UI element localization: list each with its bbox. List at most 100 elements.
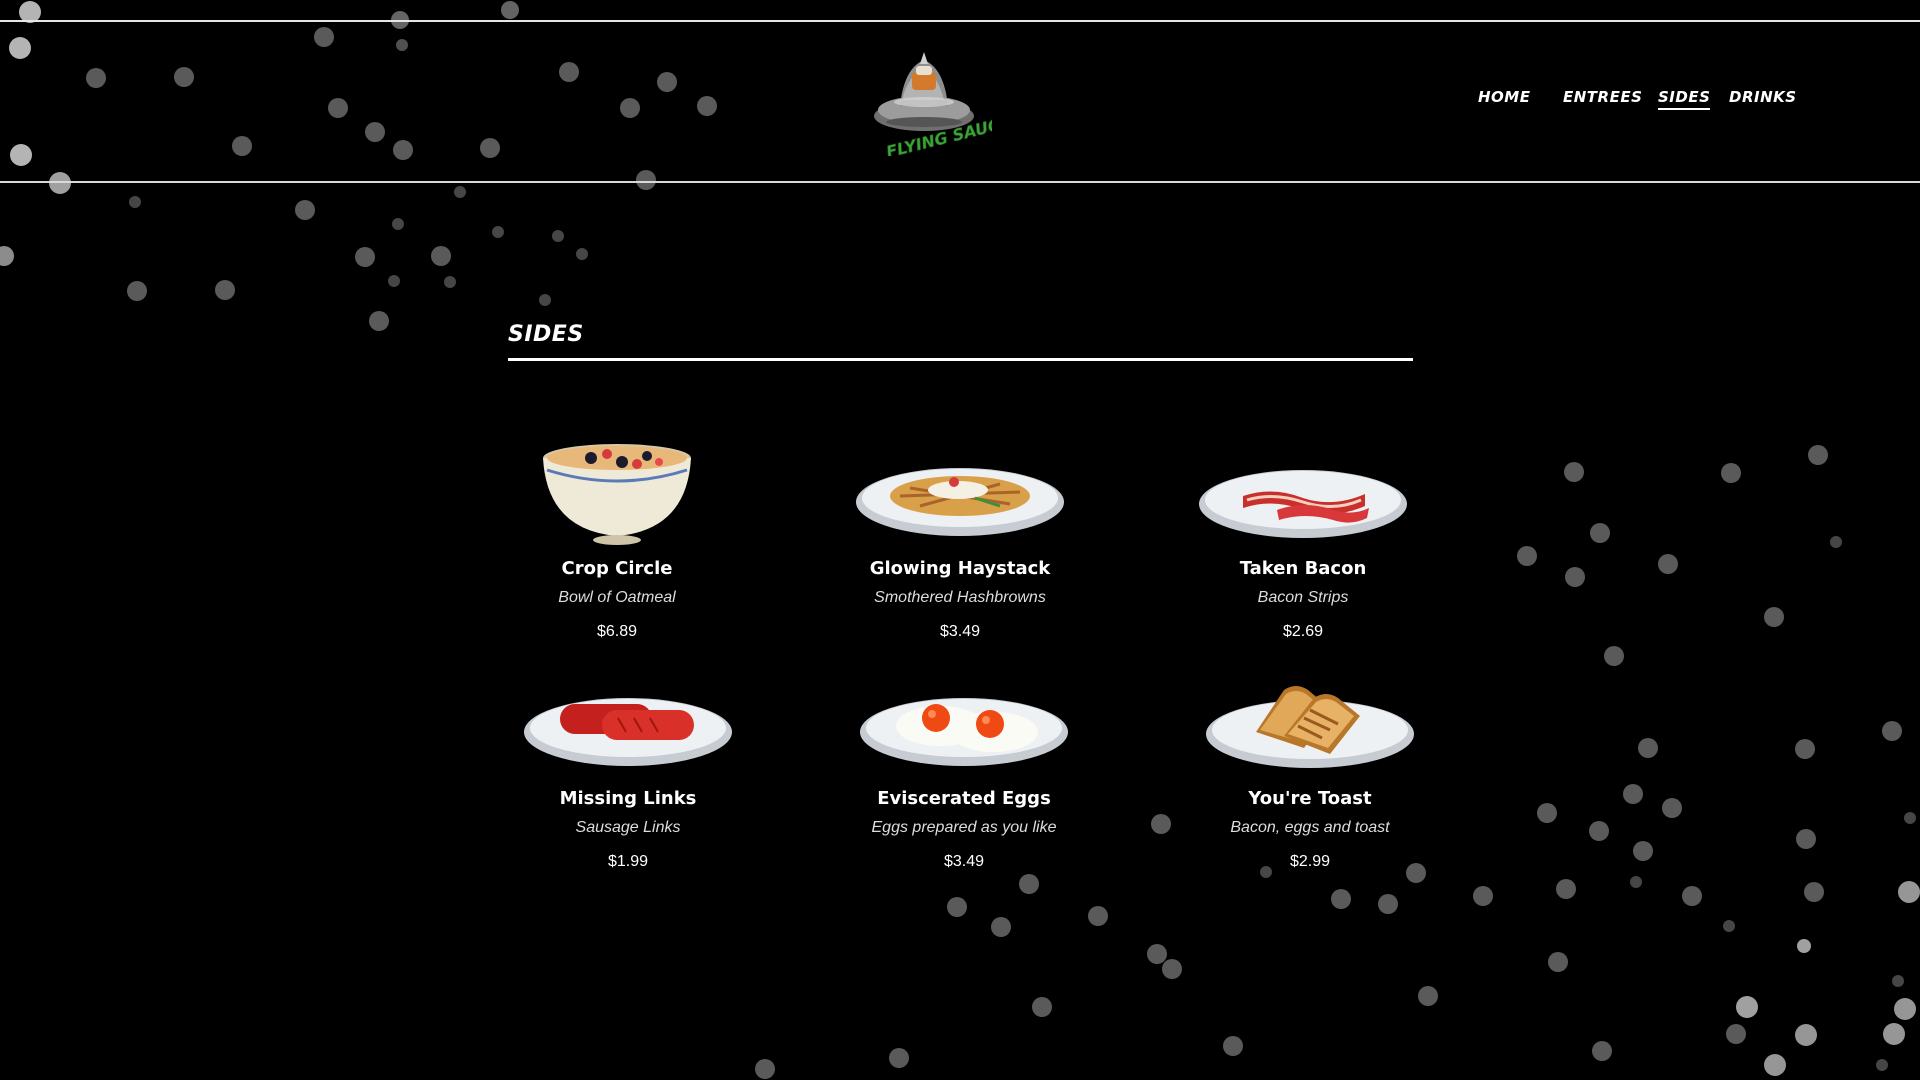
bubble [1473,886,1493,906]
bubble [1797,939,1811,953]
nav-drinks[interactable]: DRINKS [1729,88,1797,106]
item-description: Sausage Links [575,819,681,836]
bubble [559,62,579,82]
item-name: Glowing Haystack [869,558,1051,579]
bubble [1630,876,1642,888]
bubble [10,144,32,166]
bubble [1517,546,1537,566]
bubble [1564,462,1584,482]
bubble [314,27,334,47]
bubble [1721,463,1741,483]
bubble [1556,879,1576,899]
menu-item[interactable]: You're Toast Bacon, eggs and toast $2.99 [1180,670,1440,871]
bubble [1876,1059,1888,1071]
menu-item[interactable]: Taken Bacon Bacon Strips $2.69 [1173,440,1433,641]
item-price: $3.49 [943,853,985,870]
bubble [396,39,408,51]
item-name: Missing Links [559,788,697,809]
bubble [492,226,504,238]
item-price: $6.89 [596,623,638,640]
bubble [431,246,451,266]
item-description: Bacon, eggs and toast [1230,819,1390,836]
bubble [393,140,413,160]
bubble [1151,814,1171,834]
bubble [539,294,551,306]
item-price: $2.99 [1289,853,1331,870]
bubble [1223,1036,1243,1056]
bubble [355,247,375,267]
bubble [755,1059,775,1079]
eggs-plate-icon [854,670,1074,780]
main-nav: HOME ENTREES SIDES DRINKS [0,88,1920,114]
bubble [1736,996,1758,1018]
bubble [1804,882,1824,902]
bubble [1882,721,1902,741]
bubble [1604,646,1624,666]
bubble [1892,975,1904,987]
bubble [1548,952,1568,972]
item-name: You're Toast [1248,788,1372,809]
toast-plate-icon [1200,670,1420,780]
menu-item[interactable]: Crop Circle Bowl of Oatmeal $6.89 [487,440,747,641]
bubble [388,275,400,287]
bubble [636,170,656,190]
top-divider [0,20,1920,22]
section-title: SIDES [508,322,584,347]
bubble [1682,886,1702,906]
bubble [1537,803,1557,823]
item-description: Bacon Strips [1257,589,1349,606]
bubble [889,1048,909,1068]
bacon-plate-icon [1193,440,1413,550]
bubble [1378,894,1398,914]
bubble [947,897,967,917]
bubble [1723,920,1735,932]
bubble [49,172,71,194]
menu-item[interactable]: Glowing Haystack Smothered Hashbrowns $3… [830,440,1090,641]
bubble [1638,738,1658,758]
bubble [129,196,141,208]
bubble [1418,986,1438,1006]
item-description: Smothered Hashbrowns [874,589,1046,606]
bubble [576,248,588,260]
bubble [1162,959,1182,979]
bubble [365,122,385,142]
bubble [127,281,147,301]
item-name: Eviscerated Eggs [877,788,1051,809]
bubble [369,311,389,331]
bubble [1883,1023,1905,1045]
bubble [392,218,404,230]
nav-sides[interactable]: SIDES [1658,88,1711,110]
bubble [9,37,31,59]
bubble [1808,445,1828,465]
hashbrowns-plate-icon [850,440,1070,550]
bubble [174,67,194,87]
bubble [1147,944,1167,964]
bubble [1623,784,1643,804]
bubble [501,1,519,19]
bubble [1904,812,1916,824]
bubble [1830,536,1842,548]
bubble [295,200,315,220]
bubble [1894,998,1916,1020]
bubble [1662,798,1682,818]
bubble [1764,607,1784,627]
nav-home[interactable]: HOME [1478,88,1530,106]
item-description: Bowl of Oatmeal [558,589,676,606]
bubble [1032,997,1052,1017]
item-price: $3.49 [939,623,981,640]
bubble [1589,821,1609,841]
bubble [454,186,466,198]
menu-item[interactable]: Missing Links Sausage Links $1.99 [498,670,758,871]
bubble [1590,523,1610,543]
bubble [1019,874,1039,894]
menu-item[interactable]: Eviscerated Eggs Eggs prepared as you li… [834,670,1094,871]
bubble [1592,1041,1612,1061]
bubble [1565,567,1585,587]
bubble [1795,739,1815,759]
section-underline [508,358,1413,361]
item-description: Eggs prepared as you like [871,819,1057,836]
bubble [991,917,1011,937]
nav-entrees[interactable]: ENTREES [1563,88,1642,106]
bubble [552,230,564,242]
oatmeal-bowl-icon [507,440,727,550]
